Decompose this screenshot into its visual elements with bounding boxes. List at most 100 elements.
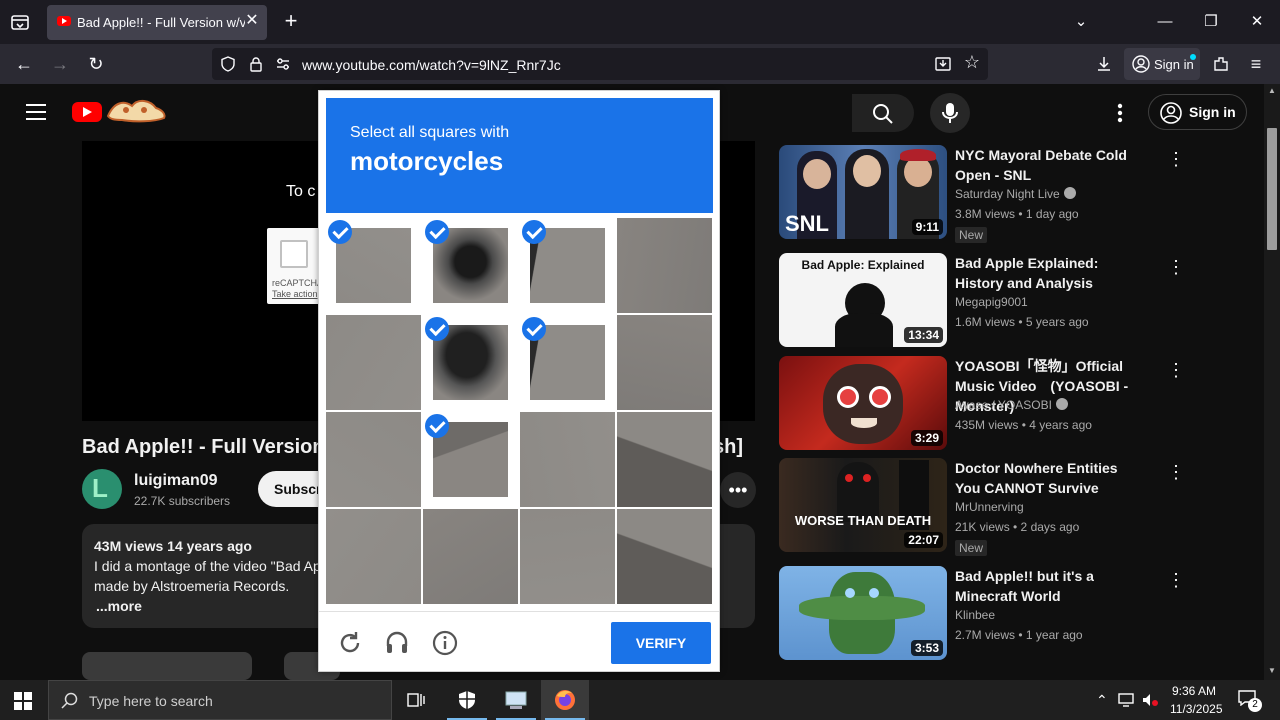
url-text[interactable]: www.youtube.com/watch?v=9lNZ_Rnr7Jc (302, 57, 561, 73)
youtube-logo[interactable] (72, 102, 102, 122)
clock-date[interactable]: 11/3/2025 (1170, 702, 1223, 716)
app-menu-icon[interactable]: ≡ (1244, 52, 1268, 76)
bookmark-star-icon[interactable]: ☆ (962, 52, 982, 74)
video-menu-kebab-icon[interactable]: ⋮ (1167, 570, 1185, 590)
show-hidden-icons-chevron-icon[interactable]: ⌃ (1096, 692, 1108, 709)
recommended-video[interactable]: SNL 9:11 NYC Mayoral Debate Cold Open - … (779, 145, 1199, 243)
captcha-tile[interactable] (520, 509, 615, 604)
list-all-tabs-chevron-icon[interactable]: ⌄ (1070, 12, 1092, 32)
taskbar-file-app[interactable] (492, 680, 540, 720)
captcha-tile[interactable] (520, 412, 615, 507)
settings-kebab-icon[interactable] (1112, 101, 1128, 125)
extensions-icon[interactable] (1211, 54, 1231, 74)
captcha-tile[interactable] (326, 412, 421, 507)
voice-search-button[interactable] (930, 93, 970, 133)
channel-name[interactable]: Megapig9001 (955, 295, 1028, 309)
scroll-down-arrow-icon[interactable]: ▼ (1268, 666, 1276, 675)
channel-name[interactable]: luigiman09 (134, 472, 218, 490)
captcha-tile-image (617, 509, 712, 604)
video-thumbnail[interactable]: Bad Apple: Explained 13:34 (779, 253, 947, 347)
scrollbar-thumb[interactable] (1267, 128, 1277, 250)
captcha-tile[interactable] (617, 509, 712, 604)
captcha-tile[interactable] (617, 218, 712, 313)
permissions-icon[interactable] (275, 56, 291, 72)
taskbar-firefox-app[interactable] (541, 680, 589, 720)
description-text-line: I did a montage of the video "Bad Ap (94, 558, 321, 574)
scroll-up-arrow-icon[interactable]: ▲ (1268, 86, 1276, 95)
captcha-tile[interactable] (520, 218, 615, 313)
captcha-tile[interactable] (326, 218, 421, 313)
captcha-tile[interactable] (617, 412, 712, 507)
video-title[interactable]: Bad Apple Explained: History and Analysi… (955, 253, 1145, 293)
save-to-pocket-icon[interactable] (934, 55, 952, 73)
recommended-video[interactable]: 3:53 Bad Apple!! but it's a Minecraft Wo… (779, 566, 1199, 662)
video-title[interactable]: Doctor Nowhere Entities You CANNOT Survi… (955, 458, 1145, 498)
recommended-video[interactable]: Bad Apple: Explained 13:34 Bad Apple Exp… (779, 253, 1199, 349)
downloads-icon[interactable] (1094, 54, 1114, 74)
minimize-icon[interactable]: — (1154, 12, 1176, 32)
channel-name[interactable]: Klinbee (955, 608, 995, 622)
volume-muted-icon[interactable] (1141, 692, 1159, 708)
network-icon[interactable] (1118, 692, 1136, 708)
taskbar-search-box[interactable]: Type here to search (48, 680, 392, 720)
back-icon[interactable]: ← (12, 52, 36, 76)
tab-close-icon[interactable]: ✕ (243, 12, 261, 30)
captcha-tile[interactable] (423, 509, 518, 604)
channel-avatar[interactable] (82, 469, 122, 509)
new-tab-icon[interactable]: + (280, 10, 302, 32)
video-menu-kebab-icon[interactable]: ⋮ (1167, 462, 1185, 482)
browser-nav-bar: ← → ↻ www.youtube.com/watch?v=9lNZ_Rnr7J… (0, 44, 1280, 84)
shield-icon[interactable] (220, 56, 236, 72)
verify-button[interactable]: VERIFY (611, 622, 711, 664)
info-icon[interactable] (432, 630, 458, 656)
channel-name[interactable]: Ayase / YOASOBI (955, 398, 1068, 412)
forward-icon[interactable]: → (48, 52, 72, 76)
description-more-link[interactable]: ...more (96, 598, 142, 614)
player-message: To c (286, 183, 316, 200)
reload-icon[interactable]: ↻ (84, 52, 108, 76)
browser-tab-active[interactable]: Bad Apple!! - Full Version w/vid ✕ (47, 5, 267, 40)
video-thumbnail[interactable]: 3:53 (779, 566, 947, 660)
recommended-video[interactable]: 3:29 YOASOBI「怪物」Official Music Video (YO… (779, 356, 1199, 452)
recaptcha-checkbox[interactable] (280, 240, 308, 268)
channel-name[interactable]: MrUnnerving (955, 500, 1024, 514)
youtube-signin-button[interactable]: Sign in (1148, 94, 1247, 130)
taskbar-security-app[interactable] (443, 680, 491, 720)
url-bar[interactable]: www.youtube.com/watch?v=9lNZ_Rnr7Jc ☆ (212, 48, 988, 80)
recommended-video[interactable]: WORSE THAN DEATH 22:07 Doctor Nowhere En… (779, 458, 1199, 556)
account-signin-button[interactable]: Sign in (1124, 48, 1200, 80)
more-actions-icon[interactable]: ••• (720, 472, 756, 508)
task-view-button[interactable] (392, 680, 440, 720)
video-menu-kebab-icon[interactable]: ⋮ (1167, 149, 1185, 169)
captcha-tile[interactable] (520, 315, 615, 410)
captcha-tile[interactable] (326, 509, 421, 604)
thumbnail-text: Bad Apple: Explained (801, 258, 925, 272)
captcha-tile[interactable] (617, 315, 712, 410)
channel-name[interactable]: Saturday Night Live (955, 187, 1076, 201)
close-window-icon[interactable]: ✕ (1246, 12, 1268, 32)
video-thumbnail[interactable]: WORSE THAN DEATH 22:07 (779, 458, 947, 552)
captcha-tile[interactable] (423, 315, 518, 410)
captcha-tile[interactable] (326, 315, 421, 410)
lock-icon[interactable] (248, 56, 264, 72)
video-thumbnail[interactable]: 3:29 (779, 356, 947, 450)
search-button[interactable] (852, 94, 914, 132)
restore-icon[interactable]: ❐ (1200, 12, 1222, 32)
page-scrollbar[interactable]: ▲ ▼ (1264, 84, 1280, 680)
video-title[interactable]: NYC Mayoral Debate Cold Open - SNL (955, 145, 1145, 185)
captcha-tile[interactable] (423, 218, 518, 313)
video-menu-kebab-icon[interactable]: ⋮ (1167, 360, 1185, 380)
captcha-tile[interactable] (423, 412, 518, 507)
video-menu-kebab-icon[interactable]: ⋮ (1167, 257, 1185, 277)
reload-challenge-icon[interactable] (337, 630, 363, 656)
video-thumbnail[interactable]: SNL 9:11 (779, 145, 947, 239)
video-title[interactable]: Bad Apple!! but it's a Minecraft World (955, 566, 1145, 606)
windows-start-icon[interactable] (14, 692, 32, 710)
youtube-doodle-logo[interactable] (104, 96, 168, 126)
clock-time[interactable]: 9:36 AM (1172, 684, 1216, 698)
tab-list-icon[interactable] (8, 10, 32, 34)
audio-challenge-icon[interactable] (384, 630, 410, 656)
hamburger-menu-icon[interactable] (26, 104, 46, 120)
recaptcha-take-action-link[interactable]: Take action (272, 289, 318, 299)
notification-center-button[interactable]: 2 (1236, 688, 1262, 712)
